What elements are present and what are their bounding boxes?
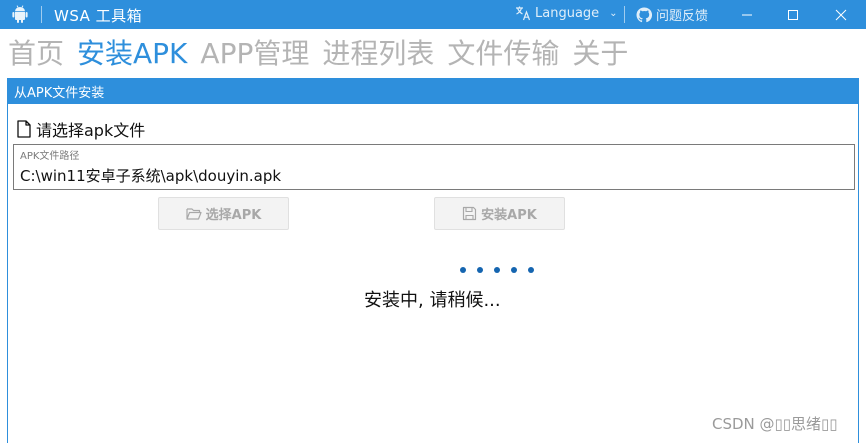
github-icon <box>636 6 652 22</box>
install-apk-panel: 从APK文件安装 请选择apk文件 APK文件路径 选择APK 安装APK 安装… <box>7 78 859 443</box>
android-icon <box>12 5 28 23</box>
apk-path-field[interactable]: APK文件路径 <box>13 144 855 190</box>
title-separator <box>41 6 42 23</box>
minimize-button[interactable] <box>724 0 770 29</box>
close-button[interactable] <box>818 0 864 29</box>
panel-header: 从APK文件安装 <box>8 79 858 104</box>
install-apk-button[interactable]: 安装APK <box>434 197 565 230</box>
tab-install-apk[interactable]: 安装APK <box>77 32 187 72</box>
loading-dot <box>477 267 483 273</box>
feedback-label: 问题反馈 <box>656 9 709 24</box>
translate-icon <box>516 6 531 21</box>
maximize-button[interactable] <box>770 0 816 29</box>
app-title: WSA 工具箱 <box>54 7 143 25</box>
watermark: CSDN @▯▯思绪▯▯ <box>712 415 838 433</box>
loading-dot <box>494 267 500 273</box>
loading-dot <box>460 267 466 273</box>
apk-path-caption: APK文件路径 <box>20 151 80 162</box>
loading-dot <box>511 267 517 273</box>
select-apk-label: 选择APK <box>205 208 262 223</box>
language-selector[interactable]: Language ⌄ <box>515 5 618 21</box>
main-nav: 首页 安装APK APP管理 进程列表 文件传输 关于 <box>8 32 641 72</box>
title-separator-2 <box>624 6 625 23</box>
tab-about[interactable]: 关于 <box>572 32 628 72</box>
file-icon <box>17 120 31 138</box>
folder-open-icon <box>186 207 202 220</box>
maximize-icon <box>788 9 798 20</box>
tab-home[interactable]: 首页 <box>8 32 64 72</box>
install-status: 安装中, 请稍候... <box>364 290 501 311</box>
minimize-icon <box>742 14 752 15</box>
feedback-link[interactable]: 问题反馈 <box>636 5 708 24</box>
tab-process-list[interactable]: 进程列表 <box>322 32 434 72</box>
select-apk-prompt: 请选择apk文件 <box>16 117 145 141</box>
apk-path-input[interactable] <box>20 166 840 184</box>
install-apk-label: 安装APK <box>481 208 537 223</box>
loading-dot <box>528 267 534 273</box>
tab-app-management[interactable]: APP管理 <box>200 32 309 72</box>
tab-file-transfer[interactable]: 文件传输 <box>447 32 559 72</box>
prompt-label: 请选择apk文件 <box>36 121 146 140</box>
close-icon <box>835 9 847 20</box>
save-icon <box>463 206 477 221</box>
select-apk-button[interactable]: 选择APK <box>158 197 289 230</box>
title-bar: WSA 工具箱 Language ⌄ 问题反馈 <box>0 0 866 29</box>
language-label: Language <box>535 5 600 21</box>
loading-indicator <box>460 267 534 273</box>
chevron-down-icon: ⌄ <box>609 7 618 19</box>
